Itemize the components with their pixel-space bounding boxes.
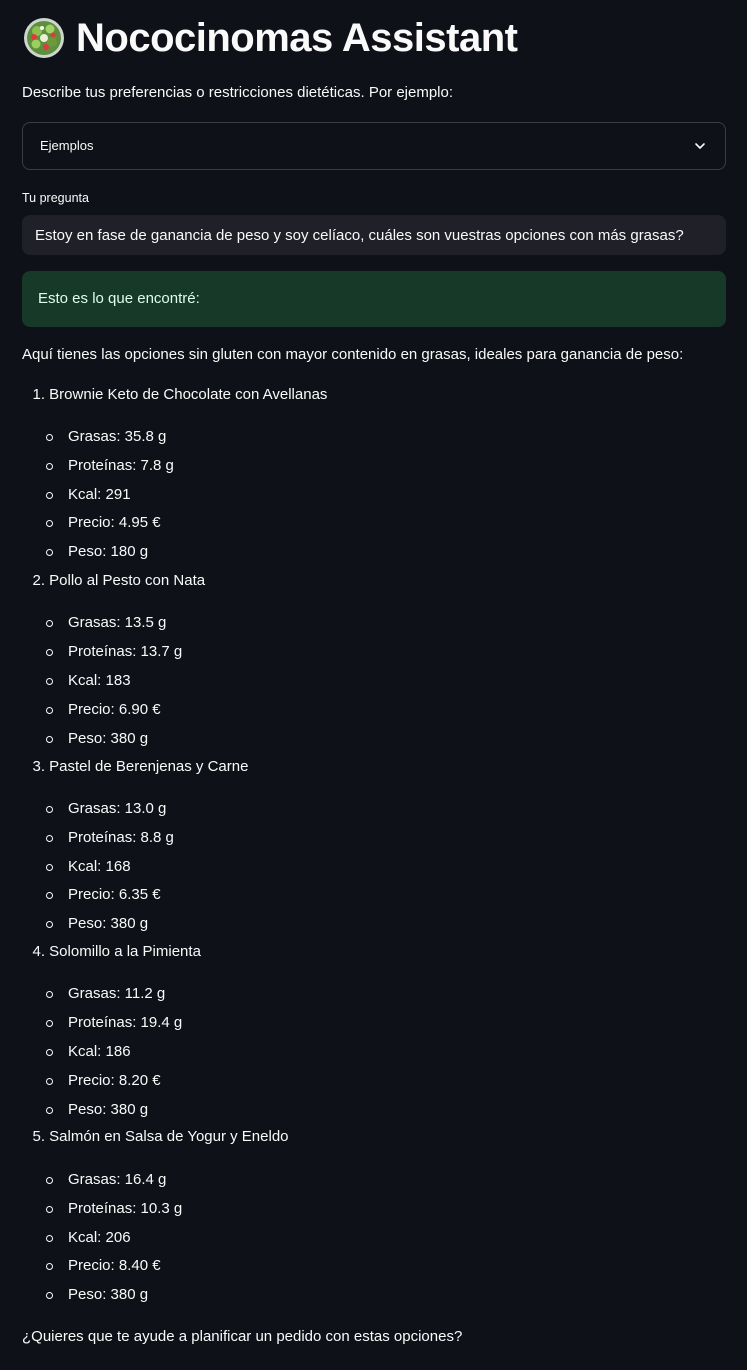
option-name: Brownie Keto de Chocolate con Avellanas (49, 386, 328, 403)
option-number: 5. (32, 1128, 45, 1145)
option-number: 2. (32, 572, 45, 589)
closing-question: ¿Quieres que te ayude a planificar un pe… (22, 1328, 463, 1345)
question-label: Tu pregunta (22, 191, 89, 205)
option-number: 3. (32, 758, 45, 775)
intro-text: Describe tus preferencias o restriccione… (22, 84, 454, 101)
option-number: 4. (32, 943, 45, 960)
page-header: Nococinomas Assistant (22, 14, 518, 62)
option-name: Solomillo a la Pimienta (49, 943, 201, 960)
option-title: 4. Solomillo a la Pimienta (22, 943, 201, 965)
success-alert: Esto es lo que encontré: (22, 271, 726, 327)
page-title: Nococinomas Assistant (76, 15, 518, 60)
option-title: 1. Brownie Keto de Chocolate con Avellan… (22, 386, 327, 408)
examples-select-value: Ejemplos (40, 138, 94, 153)
option-name: Pollo al Pesto con Nata (49, 572, 206, 589)
option-title: 3. Pastel de Berenjenas y Carne (22, 758, 248, 780)
option-number: 1. (32, 386, 45, 403)
question-input[interactable] (22, 215, 726, 255)
option-name: Salmón en Salsa de Yogur y Eneldo (49, 1128, 289, 1145)
success-message: Esto es lo que encontré: (38, 290, 200, 307)
option-title: 2. Pollo al Pesto con Nata (22, 572, 205, 594)
chevron-down-icon (693, 139, 707, 153)
option-name: Pastel de Berenjenas y Carne (49, 758, 249, 775)
option-title: 5. Salmón en Salsa de Yogur y Eneldo (22, 1128, 289, 1150)
answer-intro: Aquí tienes las opciones sin gluten con … (22, 346, 684, 363)
salad-bowl-icon (22, 16, 66, 60)
examples-select[interactable]: Ejemplos (22, 122, 726, 170)
